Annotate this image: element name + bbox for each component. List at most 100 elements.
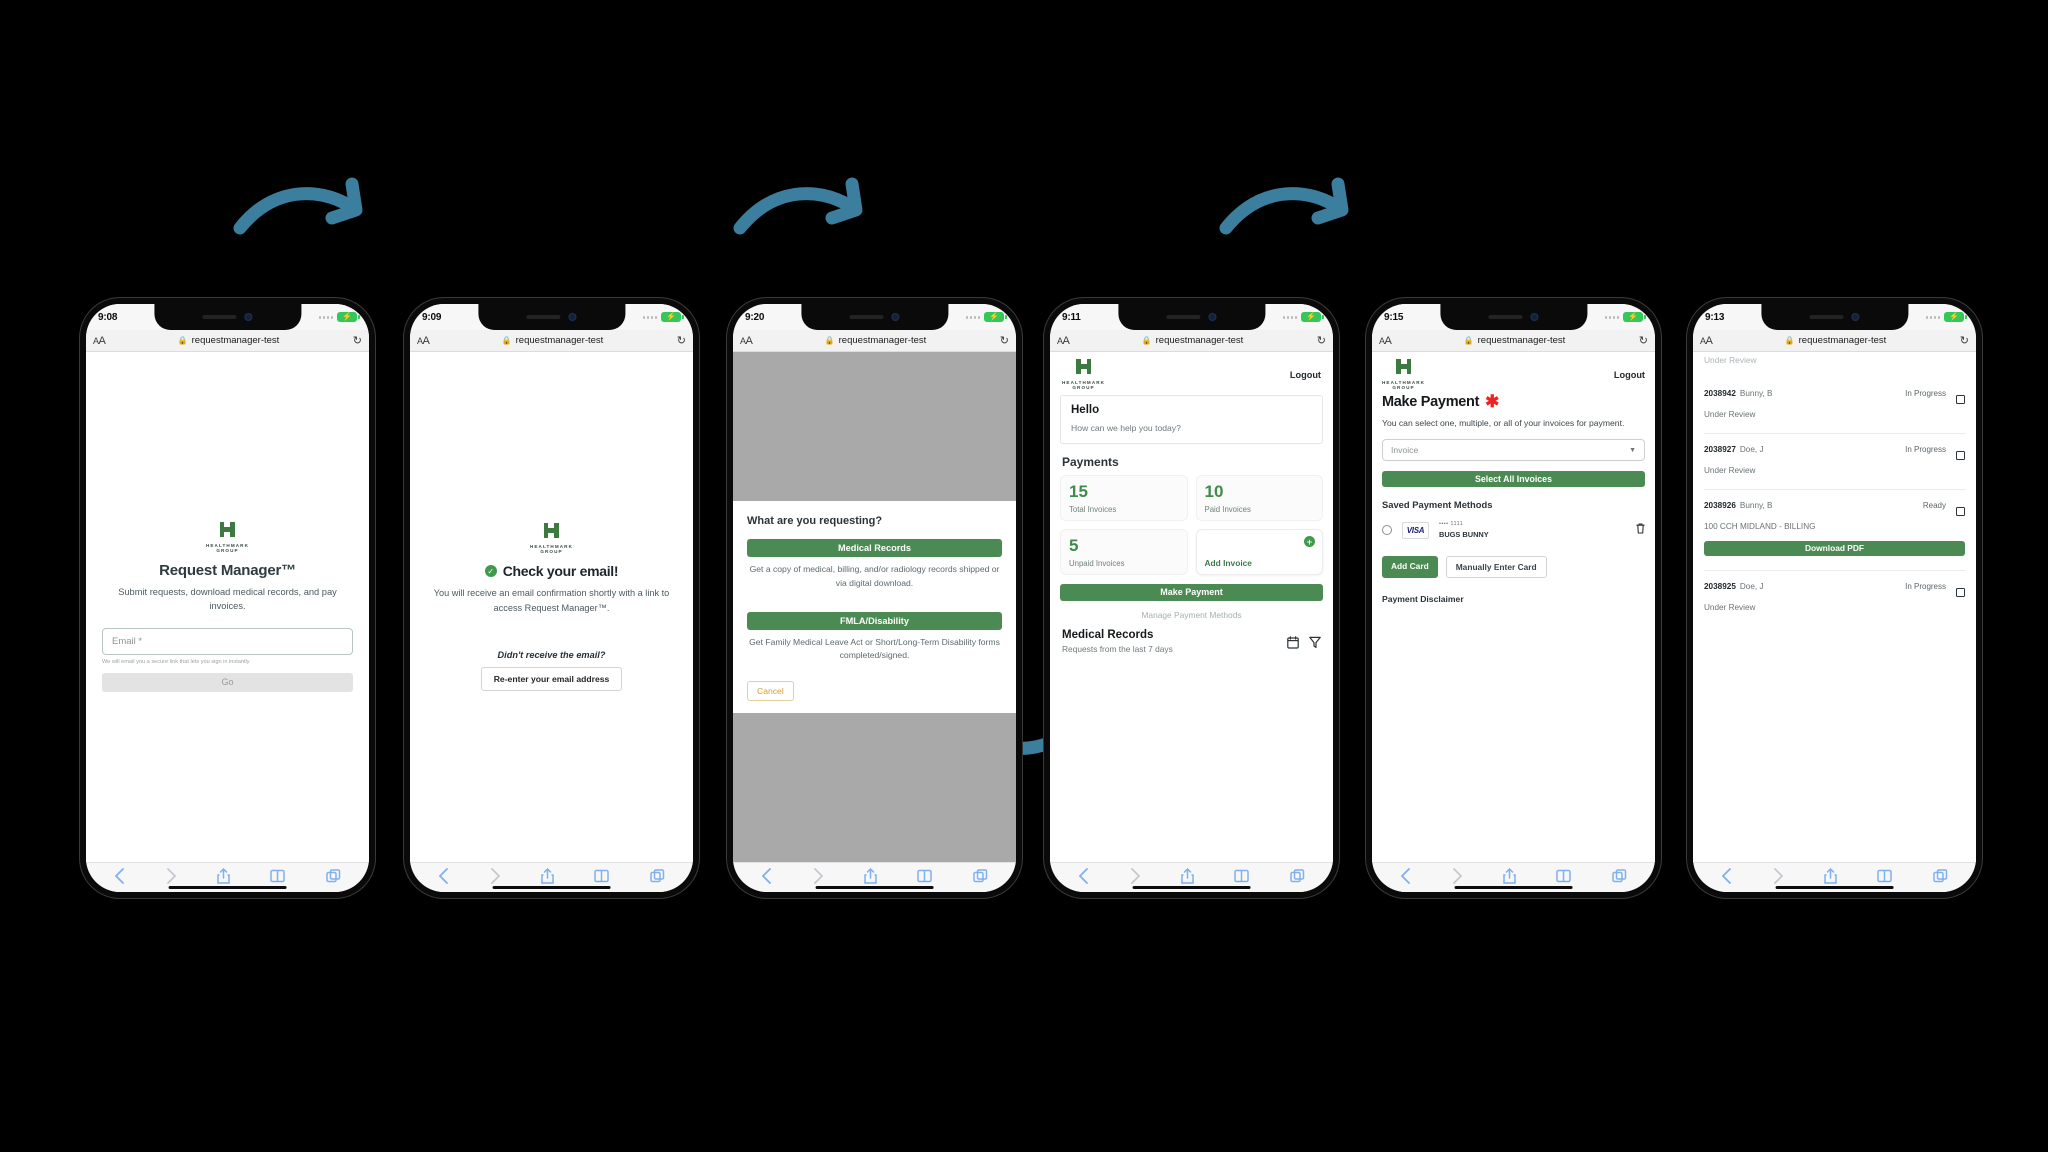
book-icon[interactable]	[1556, 869, 1572, 883]
download-pdf-button[interactable]: Download PDF	[1704, 541, 1965, 556]
reload-icon[interactable]: ↻	[1308, 334, 1326, 347]
table-row[interactable]: 2038942 Bunny, B In Progress Under Revie…	[1704, 365, 1965, 434]
book-icon[interactable]	[1234, 869, 1250, 883]
table-row[interactable]: 2038925 Doe, J In Progress Under Review	[1704, 571, 1965, 626]
forward-chevron-icon[interactable]	[1452, 867, 1463, 884]
tile-unpaid-invoices[interactable]: 5 Unpaid Invoices	[1060, 529, 1188, 575]
tile-paid-invoices[interactable]: 10 Paid Invoices	[1195, 475, 1323, 521]
text-size-button[interactable]: AA	[93, 335, 113, 347]
back-chevron-icon[interactable]	[1721, 867, 1732, 884]
share-icon[interactable]	[1181, 867, 1194, 884]
status-time: 9:13	[1705, 311, 1725, 323]
trash-icon[interactable]	[1636, 521, 1645, 539]
tabs-icon[interactable]	[326, 868, 341, 883]
select-all-invoices-button[interactable]: Select All Invoices	[1382, 471, 1645, 488]
reload-icon[interactable]: ↻	[1630, 334, 1648, 347]
greeting-subtitle: How can we help you today?	[1071, 423, 1181, 433]
text-size-button[interactable]: AA	[1057, 335, 1077, 347]
logo-word-2: GROUP	[216, 548, 239, 554]
forward-chevron-icon[interactable]	[813, 867, 824, 884]
notch	[1439, 304, 1588, 330]
logout-button[interactable]: Logout	[1614, 370, 1645, 380]
logout-button[interactable]: Logout	[1290, 370, 1321, 380]
invoice-select[interactable]: Invoice ▼	[1382, 439, 1645, 462]
invoice-select-placeholder: Invoice	[1391, 445, 1419, 456]
url-display[interactable]: 🔒 requestmanager-test	[1720, 335, 1951, 346]
logo-h-icon	[1076, 359, 1092, 374]
tabs-icon[interactable]	[1933, 868, 1948, 883]
text-size-button[interactable]: AA	[417, 335, 437, 347]
add-card-button[interactable]: Add Card	[1382, 555, 1438, 578]
forward-chevron-icon[interactable]	[1130, 867, 1141, 884]
tile-total-invoices[interactable]: 15 Total Invoices	[1060, 475, 1188, 521]
back-chevron-icon[interactable]	[761, 867, 772, 884]
tabs-icon[interactable]	[1612, 868, 1627, 883]
url-display[interactable]: 🔒 requestmanager-test	[1077, 335, 1308, 346]
manually-enter-card-button[interactable]: Manually Enter Card	[1445, 555, 1547, 578]
text-size-button[interactable]: AA	[1379, 335, 1399, 347]
back-chevron-icon[interactable]	[1400, 867, 1411, 884]
speaker-icon	[202, 315, 237, 319]
browser-url-bar[interactable]: AA 🔒 requestmanager-test ↻	[410, 330, 693, 352]
share-icon[interactable]	[541, 867, 554, 884]
reload-icon[interactable]: ↻	[1951, 334, 1969, 347]
forward-chevron-icon[interactable]	[1773, 867, 1784, 884]
medical-records-button[interactable]: Medical Records	[747, 539, 1002, 558]
email-field[interactable]: Email *	[102, 628, 353, 656]
share-icon[interactable]	[217, 867, 230, 884]
browser-url-bar[interactable]: AA 🔒 requestmanager-test ↻	[1693, 330, 1976, 352]
reload-icon[interactable]: ↻	[668, 334, 686, 347]
text-size-button[interactable]: AA	[1700, 335, 1720, 347]
checkbox-unchecked-icon[interactable]	[1956, 451, 1965, 460]
fmla-disability-button[interactable]: FMLA/Disability	[747, 612, 1002, 630]
share-icon[interactable]	[864, 867, 877, 884]
share-icon[interactable]	[1503, 867, 1516, 884]
saved-card-row[interactable]: VISA •••• 1111 BUGS BUNNY	[1382, 521, 1645, 539]
url-display[interactable]: 🔒 requestmanager-test	[113, 335, 344, 346]
forward-chevron-icon[interactable]	[490, 867, 501, 884]
manage-payment-methods-link[interactable]: Manage Payment Methods	[1050, 610, 1333, 620]
back-chevron-icon[interactable]	[438, 867, 449, 884]
book-icon[interactable]	[594, 869, 610, 883]
reload-icon[interactable]: ↻	[991, 334, 1009, 347]
checkbox-unchecked-icon[interactable]	[1956, 395, 1965, 404]
back-chevron-icon[interactable]	[1078, 867, 1089, 884]
radio-unselected-icon[interactable]	[1382, 525, 1392, 536]
cancel-button[interactable]: Cancel	[747, 680, 794, 701]
browser-url-bar[interactable]: AA 🔒 requestmanager-test ↻	[1050, 330, 1333, 352]
url-display[interactable]: 🔒 requestmanager-test	[437, 335, 668, 346]
make-payment-button[interactable]: Make Payment	[1060, 584, 1323, 601]
filter-icon[interactable]	[1309, 636, 1321, 654]
checkbox-unchecked-icon[interactable]	[1956, 588, 1965, 597]
home-indicator	[1775, 885, 1894, 889]
url-display[interactable]: 🔒 requestmanager-test	[1399, 335, 1630, 346]
book-icon[interactable]	[1877, 869, 1893, 883]
book-icon[interactable]	[917, 869, 933, 883]
book-icon[interactable]	[270, 869, 286, 883]
tabs-icon[interactable]	[650, 868, 665, 883]
checkbox-unchecked-icon[interactable]	[1956, 507, 1965, 516]
check-email-screen: HEALTHMARK GROUP ✓ Check your email! You…	[410, 352, 693, 862]
url-text: requestmanager-test	[838, 335, 927, 346]
go-button[interactable]: Go	[102, 672, 353, 692]
share-icon[interactable]	[1824, 867, 1837, 884]
url-text: requestmanager-test	[515, 335, 604, 346]
reload-icon[interactable]: ↻	[344, 334, 362, 347]
payment-disclaimer-link[interactable]: Payment Disclaimer	[1382, 594, 1645, 604]
calendar-icon[interactable]	[1287, 636, 1299, 654]
table-row[interactable]: 2038926 Bunny, B Ready 100 CCH MIDLAND -…	[1704, 490, 1965, 571]
table-row[interactable]: 2038927 Doe, J In Progress Under Review	[1704, 434, 1965, 490]
reenter-email-button[interactable]: Re-enter your email address	[480, 666, 623, 691]
medical-records-section-header: Medical Records Requests from the last 7…	[1050, 620, 1333, 654]
browser-url-bar[interactable]: AA 🔒 requestmanager-test ↻	[733, 330, 1016, 352]
add-invoice-button[interactable]: + Add Invoice	[1195, 529, 1323, 575]
tabs-icon[interactable]	[973, 868, 988, 883]
back-chevron-icon[interactable]	[114, 867, 125, 884]
url-display[interactable]: 🔒 requestmanager-test	[760, 335, 991, 346]
logo-word-2: GROUP	[1392, 385, 1415, 390]
forward-chevron-icon[interactable]	[166, 867, 177, 884]
browser-url-bar[interactable]: AA 🔒 requestmanager-test ↻	[1372, 330, 1655, 352]
browser-url-bar[interactable]: AA 🔒 requestmanager-test ↻	[86, 330, 369, 352]
tabs-icon[interactable]	[1290, 868, 1305, 883]
text-size-button[interactable]: AA	[740, 335, 760, 347]
